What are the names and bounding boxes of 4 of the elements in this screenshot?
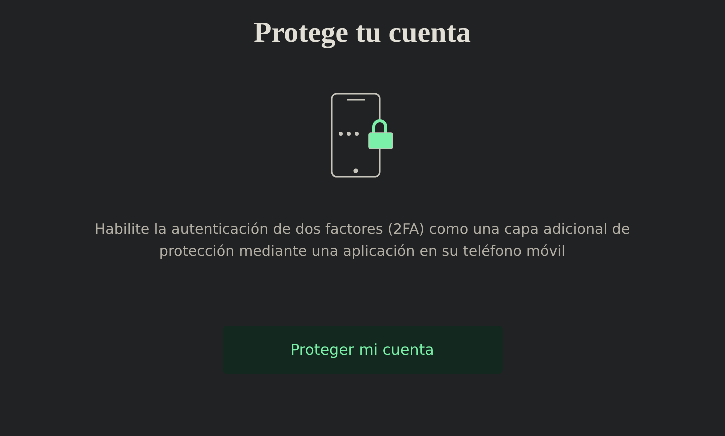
protect-account-button[interactable]: Proteger mi cuenta (222, 326, 502, 374)
page-title: Protege tu cuenta (254, 16, 471, 50)
description-text: Habilite la autenticación de dos factores (2FA) como una capa adicional de protección mediante una aplicación en su teléfono móvil (94, 221, 632, 262)
phone-lock-icon (330, 93, 394, 179)
